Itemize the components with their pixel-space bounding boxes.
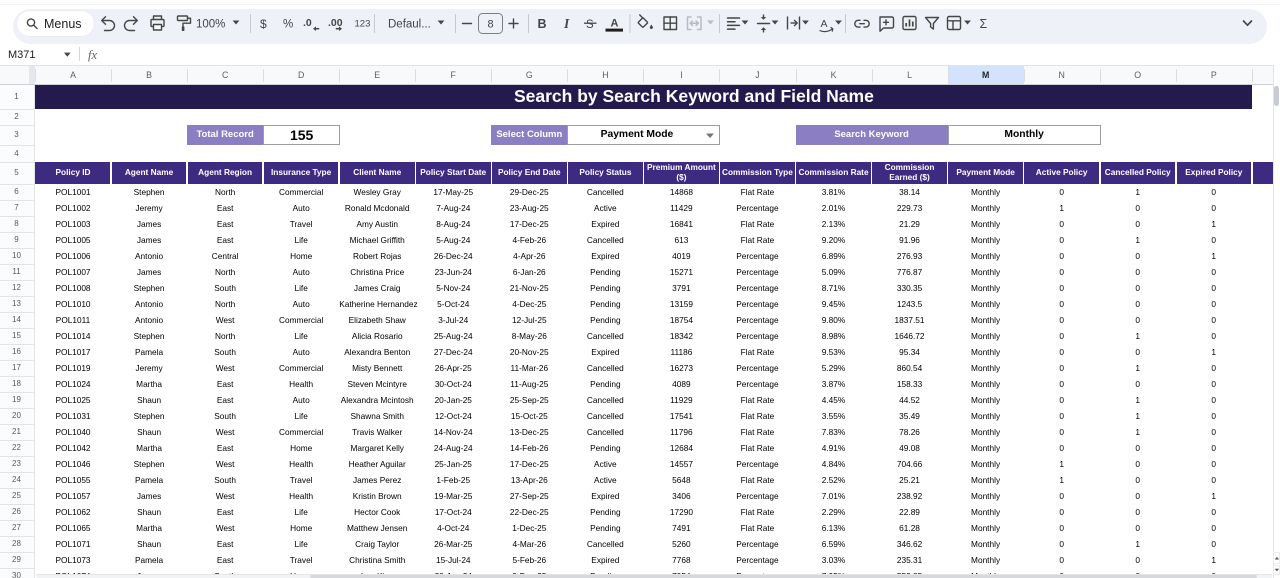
svg-text:100%: 100% [196, 19, 225, 31]
svg-text:123: 123 [355, 19, 371, 30]
svg-text:.0: .0 [303, 17, 312, 29]
svg-text:B: B [538, 17, 547, 31]
svg-text:.00: .00 [328, 17, 343, 29]
svg-text:Σ: Σ [980, 17, 988, 31]
svg-text:%: % [283, 19, 293, 31]
svg-text:S: S [586, 19, 594, 31]
svg-text:8: 8 [488, 19, 494, 31]
svg-text:Defaul...: Defaul... [388, 19, 431, 31]
svg-text:A: A [611, 18, 619, 30]
svg-text:A: A [821, 18, 828, 30]
svg-text:$: $ [260, 17, 267, 31]
svg-text:I: I [563, 16, 570, 31]
